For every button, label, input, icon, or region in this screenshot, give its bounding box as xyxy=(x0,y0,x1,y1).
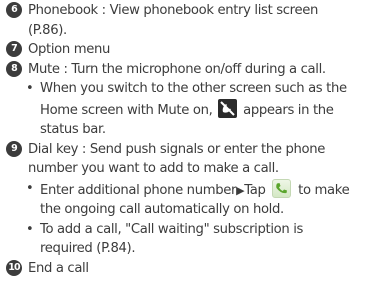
number-badge: 7 xyxy=(6,41,22,57)
item-end-call: 10 End a call xyxy=(3,259,380,279)
bullet-text-line: Enter additional phone number▶Tap to mak… xyxy=(40,178,380,201)
item-option-menu: 7 Option menu xyxy=(3,40,380,60)
manual-page: 6 Phonebook : View phonebook entry list … xyxy=(0,0,380,278)
item-text: Option menu xyxy=(28,42,111,57)
bullet-call-waiting: • To add a call, "Call waiting" subscrip… xyxy=(3,220,380,259)
bullet-dot: • xyxy=(26,221,34,237)
bullet-text: To add a call, "Call waiting" subscripti… xyxy=(40,221,304,237)
number-badge: 6 xyxy=(6,2,22,18)
right-triangle-arrow-icon: ▶ xyxy=(236,183,245,197)
bullet-text: required (P.84). xyxy=(40,241,136,256)
bullet-text: When you switch to the other screen such… xyxy=(40,81,347,96)
item-phonebook: 6 Phonebook : View phonebook entry list … xyxy=(3,1,380,40)
item-text: Mute : Turn the microphone on/off during… xyxy=(28,61,326,77)
bullet-additional-number: • Enter additional phone number▶Tap to m… xyxy=(3,178,380,220)
bullet-text: Home screen with Mute on, xyxy=(40,102,213,118)
item-dial-key: 9 Dial key : Send push signals or enter … xyxy=(3,140,380,179)
call-icon xyxy=(272,178,292,198)
item-text: number you want to add to make a call. xyxy=(28,161,279,176)
bullet-text: the ongoing call automatically on hold. xyxy=(40,202,284,217)
item-mute: 8 Mute : Turn the microphone on/off duri… xyxy=(3,60,380,80)
bullet-text: status bar. xyxy=(40,122,106,137)
bullet-text-line: Home screen with Mute on, appears in the xyxy=(40,98,380,121)
item-text: End a call xyxy=(28,260,89,276)
item-text: Phonebook : View phonebook entry list sc… xyxy=(28,3,318,18)
item-text: Dial key : Send push signals or enter th… xyxy=(28,141,325,157)
bullet-text: to make xyxy=(298,182,350,198)
bullet-text: appears in the xyxy=(243,102,334,118)
number-badge: 10 xyxy=(6,259,22,276)
number-badge: 9 xyxy=(6,140,22,157)
item-text: (P.86). xyxy=(28,22,67,38)
bullet-mute-note: • When you switch to the other screen su… xyxy=(3,79,380,140)
mute-status-icon xyxy=(218,98,238,118)
bullet-dot: • xyxy=(26,81,34,96)
bullet-dot: • xyxy=(26,180,34,196)
bullet-text: Enter additional phone number xyxy=(40,182,237,198)
bullet-text: Tap xyxy=(244,182,266,198)
number-badge: 8 xyxy=(6,60,22,77)
